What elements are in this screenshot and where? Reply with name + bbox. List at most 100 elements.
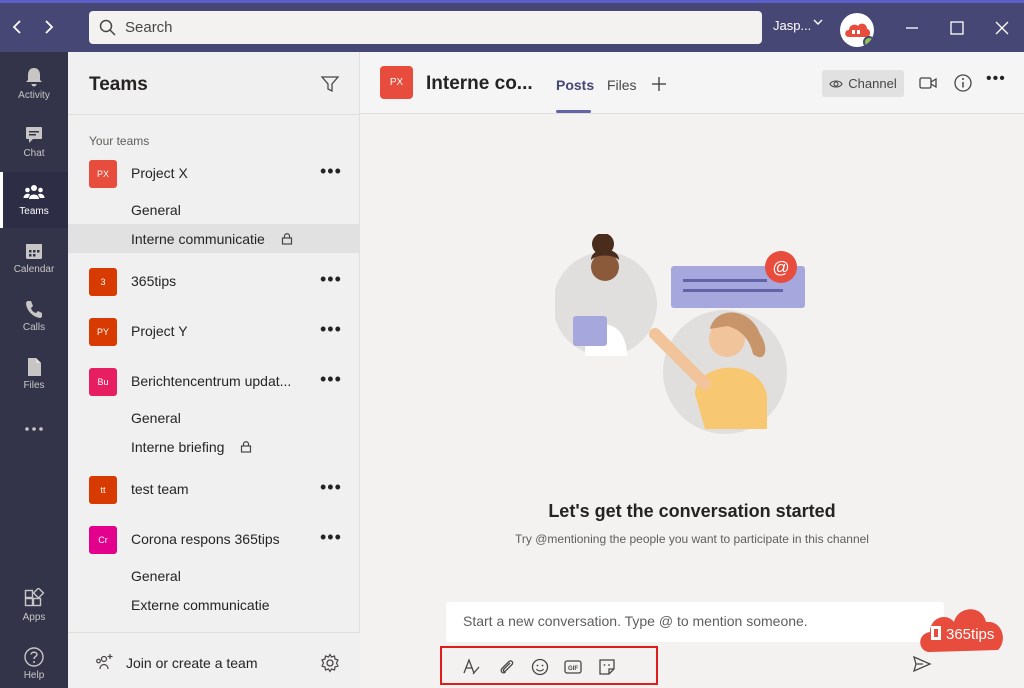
section-label: Your teams [89, 134, 150, 148]
emoji-icon[interactable] [531, 658, 549, 676]
channel-header: PX Interne co... Posts Files Channel ••• [360, 52, 1024, 114]
divider [68, 114, 360, 115]
rail-item-apps[interactable]: Apps [0, 578, 68, 634]
rail-item-help[interactable]: Help [0, 636, 68, 688]
channel-title: Interne co... [426, 73, 533, 94]
conversation-illustration: @ [555, 234, 805, 434]
team-name: 365tips [131, 273, 177, 289]
channel-name: General [131, 568, 181, 584]
format-icon[interactable] [462, 658, 480, 676]
more-options-icon[interactable]: ••• [320, 269, 342, 290]
teams-icon [23, 185, 45, 199]
search-box[interactable] [89, 11, 762, 44]
rail-label: Apps [22, 612, 46, 623]
channel-name: Interne communicatie [131, 231, 265, 247]
channel-externe-communicatie[interactable]: Externe communicatie [68, 590, 360, 619]
more-options-icon[interactable]: ••• [320, 161, 342, 182]
more-options-icon[interactable]: ••• [320, 369, 342, 390]
tab-posts[interactable]: Posts [556, 77, 594, 93]
rail-label: Calendar [13, 264, 55, 275]
team-avatar: 3 [89, 268, 117, 296]
chat-icon [26, 127, 42, 143]
forward-button[interactable] [36, 15, 60, 39]
team-corona-respons[interactable]: Cr Corona respons 365tips ••• [68, 521, 360, 559]
user-name[interactable]: Jasp... [773, 18, 811, 33]
rail-item-more[interactable] [0, 404, 68, 460]
rail-label: Activity [18, 90, 50, 101]
team-name: Project Y [131, 323, 188, 339]
teams-panel: Teams Your teams PX Project X ••• Genera… [68, 52, 360, 688]
title-bar: Jasp... [0, 0, 1024, 52]
rail-item-calendar[interactable]: Calendar [0, 230, 68, 286]
join-create-team-link[interactable]: Join or create a team [126, 655, 258, 671]
team-berichtencentrum[interactable]: Bu Berichtencentrum updat... ••• [68, 363, 360, 401]
more-options-icon[interactable]: ••• [320, 319, 342, 340]
team-avatar: tt [89, 476, 117, 504]
sticker-icon[interactable] [598, 658, 616, 676]
meet-now-icon[interactable] [918, 73, 938, 93]
chevron-down-icon[interactable] [813, 17, 823, 30]
rail-label: Calls [22, 322, 46, 333]
channel-general[interactable]: General [68, 195, 360, 224]
more-icon [25, 427, 43, 431]
bell-icon [26, 68, 42, 87]
rail-item-activity[interactable]: Activity [0, 56, 68, 112]
eye-icon [829, 79, 843, 88]
rail-label: Files [23, 380, 45, 391]
team-avatar: Bu [89, 368, 117, 396]
gear-icon[interactable] [320, 653, 340, 673]
empty-state-subtitle: Try @mentioning the people you want to p… [515, 532, 869, 546]
panel-title: Teams [89, 74, 148, 95]
team-name: test team [131, 481, 189, 497]
channel-general[interactable]: General [68, 403, 360, 432]
team-avatar: PY [89, 318, 117, 346]
minimize-button[interactable] [898, 15, 926, 43]
team-avatar: PX [89, 160, 117, 188]
team-name: Project X [131, 165, 188, 181]
channel-interne-communicatie[interactable]: Interne communicatie [68, 224, 360, 253]
rail-item-calls[interactable]: Calls [0, 288, 68, 344]
back-button[interactable] [6, 15, 30, 39]
search-icon [99, 19, 116, 36]
search-input[interactable] [125, 19, 725, 36]
app-rail: Activity Chat Teams Calendar Calls Files… [0, 52, 68, 688]
plus-icon [652, 77, 666, 91]
empty-state-title: Let's get the conversation started [548, 501, 836, 521]
rail-item-teams[interactable]: Teams [0, 172, 68, 228]
channel-name: General [131, 410, 181, 426]
more-options-icon[interactable]: ••• [986, 70, 1006, 90]
info-icon[interactable] [953, 73, 973, 93]
compose-box[interactable]: Start a new conversation. Type @ to ment… [446, 602, 944, 642]
team-project-y[interactable]: PY Project Y ••• [68, 313, 360, 351]
more-options-icon[interactable]: ••• [320, 477, 342, 498]
add-tab-button[interactable] [651, 72, 667, 98]
avatar[interactable] [840, 13, 874, 47]
team-test-team[interactable]: tt test team ••• [68, 471, 360, 509]
maximize-icon [950, 21, 964, 35]
gif-icon[interactable]: GIF [564, 658, 582, 676]
channel-name: Interne briefing [131, 439, 225, 455]
filter-icon[interactable] [320, 74, 340, 94]
rail-label: Chat [23, 148, 45, 159]
rail-label: Help [23, 670, 45, 681]
attach-icon[interactable] [498, 658, 516, 676]
lock-icon [281, 233, 293, 245]
more-options-icon[interactable]: ••• [320, 527, 342, 548]
help-icon [24, 647, 44, 667]
team-project-x[interactable]: PX Project X ••• [68, 155, 360, 193]
team-365tips[interactable]: 3 365tips ••• [68, 263, 360, 301]
team-avatar: Cr [89, 526, 117, 554]
channel-info-button[interactable]: Channel [822, 70, 904, 97]
team-name: Berichtencentrum updat... [131, 373, 292, 389]
channel-general[interactable]: General [68, 561, 360, 590]
close-button[interactable] [988, 15, 1016, 43]
watermark-text: 365tips [946, 626, 995, 643]
rail-item-chat[interactable]: Chat [0, 114, 68, 170]
compose-toolbar-highlight: GIF [440, 646, 658, 685]
maximize-button[interactable] [943, 15, 971, 43]
channel-interne-briefing[interactable]: Interne briefing [68, 432, 360, 461]
rail-item-files[interactable]: Files [0, 346, 68, 402]
join-team-icon [96, 654, 113, 670]
tab-files[interactable]: Files [607, 77, 637, 93]
channel-team-avatar: PX [380, 66, 413, 99]
